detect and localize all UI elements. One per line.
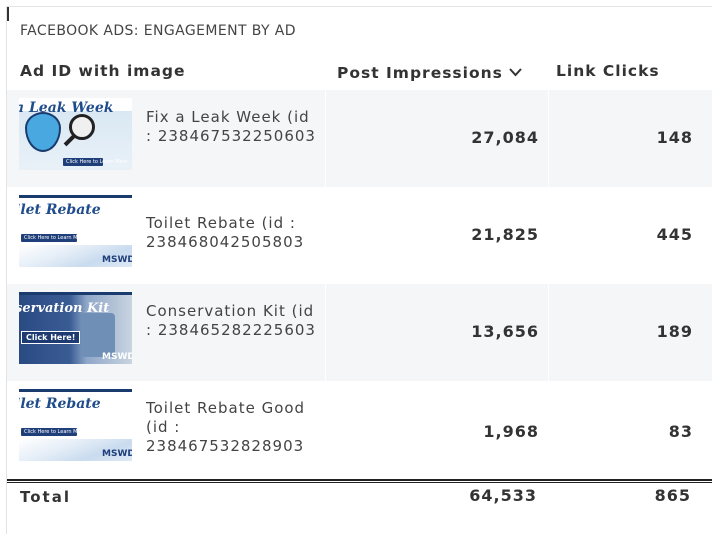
column-header-clicks[interactable]: Link Clicks xyxy=(556,62,660,84)
thumbnail-title: ilet Rebate xyxy=(19,396,101,412)
mswd-logo: MSWD xyxy=(102,255,132,265)
ad-name: Toilet Rebate (id : 238468042505803 xyxy=(146,214,305,251)
thumbnail-button: Click Here to Learn More xyxy=(63,158,128,166)
column-header-ad[interactable]: Ad ID with image xyxy=(20,62,186,84)
widget-title: FACEBOOK ADS: ENGAGEMENT BY AD xyxy=(20,23,296,39)
total-divider xyxy=(7,479,712,481)
impressions-value: 13,656 xyxy=(471,322,539,341)
clicks-value: 148 xyxy=(656,128,693,147)
impressions-value: 21,825 xyxy=(471,225,539,244)
clicks-value: 445 xyxy=(656,225,693,244)
ad-name: Toilet Rebate Good (id : 238467532828903 xyxy=(146,399,306,455)
total-clicks: 865 xyxy=(654,486,691,505)
ad-name: Fix a Leak Week (id : 238467532250603 xyxy=(146,108,316,145)
column-header-impressions-label: Post Impressions xyxy=(337,64,503,82)
ad-thumbnail[interactable]: servation Kit Click Here! MSWD xyxy=(19,292,132,364)
impressions-value: 27,084 xyxy=(471,128,539,147)
table-row[interactable]: a Leak Week Click Here to Learn More Fix… xyxy=(7,90,712,187)
clicks-value: 189 xyxy=(656,322,693,341)
ad-thumbnail[interactable]: a Leak Week Click Here to Learn More xyxy=(19,98,132,170)
chevron-down-icon[interactable] xyxy=(509,66,522,80)
ad-thumbnail[interactable]: ilet Rebate Click Here to Learn More! MS… xyxy=(19,389,132,461)
thumbnail-button: Click Here! xyxy=(21,331,81,344)
thumbnail-title: ilet Rebate xyxy=(19,202,101,218)
table-row[interactable]: servation Kit Click Here! MSWD Conservat… xyxy=(7,284,712,381)
table-row[interactable]: ilet Rebate Click Here to Learn More! MS… xyxy=(7,381,712,478)
total-label: Total xyxy=(20,488,71,506)
kit-image xyxy=(81,313,115,357)
ad-thumbnail[interactable]: ilet Rebate Click Here to Learn More! MS… xyxy=(19,195,132,267)
column-header-truncated xyxy=(7,7,13,21)
facebook-ads-widget: FACEBOOK ADS: ENGAGEMENT BY AD Ad ID wit… xyxy=(6,6,712,534)
ad-name: Conservation Kit (id : 238465282225603 xyxy=(146,302,316,339)
total-impressions: 64,533 xyxy=(469,486,537,505)
mswd-logo: MSWD xyxy=(102,449,132,459)
clicks-value: 83 xyxy=(668,422,693,441)
thumbnail-button: Click Here to Learn More! xyxy=(21,428,88,436)
thumbnail-button: Click Here to Learn More! xyxy=(21,234,88,242)
impressions-value: 1,968 xyxy=(483,422,539,441)
mswd-logo: MSWD xyxy=(102,352,132,362)
column-header-impressions[interactable]: Post Impressions xyxy=(337,62,522,84)
table-row[interactable]: ilet Rebate Click Here to Learn More! MS… xyxy=(7,187,712,284)
